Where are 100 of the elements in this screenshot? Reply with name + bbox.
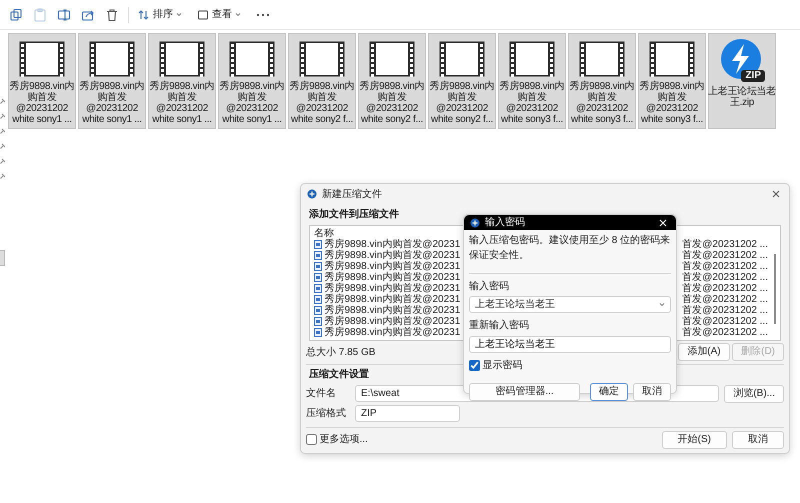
- video-thumbnail-icon: [299, 41, 345, 77]
- file-name: 秀房9898.vin内: [500, 81, 564, 92]
- video-thumbnail-icon: [439, 41, 485, 77]
- file-tile[interactable]: 秀房9898.vin内 购首发 @20231202 white sony1 ...: [8, 33, 76, 129]
- video-thumbnail-icon: [229, 41, 275, 77]
- file-name: 秀房9898.vin内: [150, 81, 214, 92]
- file-tile[interactable]: 秀房9898.vin内 购首发 @20231202 white sony2 f...: [358, 33, 426, 129]
- file-name: 秀房9898.vin内: [640, 81, 704, 92]
- file-name: 秀房9898.vin内购首发@20231: [324, 294, 460, 304]
- file-name: white sony1 ...: [82, 114, 142, 125]
- file-name: @20231202: [366, 103, 418, 114]
- sort-icon: [138, 8, 150, 20]
- file-tile[interactable]: 秀房9898.vin内 购首发 @20231202 white sony3 f...: [638, 33, 706, 129]
- file-tile[interactable]: 秀房9898.vin内 购首发 @20231202 white sony2 f...: [428, 33, 496, 129]
- file-name: white sony3 f...: [501, 114, 563, 125]
- share-icon: [81, 8, 95, 22]
- app-icon: [470, 218, 480, 228]
- video-thumbnail-icon: [579, 41, 625, 77]
- view-icon: [197, 8, 209, 20]
- file-name: 秀房9898.vin内: [360, 81, 424, 92]
- file-tile[interactable]: 秀房9898.vin内 购首发 @20231202 white sony3 f...: [498, 33, 566, 129]
- video-thumbnail-icon: [509, 41, 555, 77]
- file-name: white sony2 f...: [291, 114, 353, 125]
- field-label: 文件名: [306, 386, 337, 401]
- checkbox[interactable]: [306, 434, 317, 445]
- file-name: @20231202: [226, 103, 278, 114]
- copy-icon: [9, 8, 23, 22]
- file-name: 购首发: [27, 92, 57, 103]
- file-name: 秀房9898.vin内购首发@20231: [324, 304, 460, 316]
- file-name: 首发@20231202 ...: [682, 316, 768, 326]
- cancel-button[interactable]: 取消: [732, 430, 784, 448]
- caret-icon: [176, 12, 182, 17]
- rename-icon: [57, 8, 71, 22]
- browse-button[interactable]: 浏览(B)...: [724, 384, 784, 402]
- file-tile[interactable]: 秀房9898.vin内 购首发 @20231202 white sony1 ...: [78, 33, 146, 129]
- file-name: 上老王论坛当老: [708, 86, 776, 97]
- file-name: 秀房9898.vin内购首发@20231: [324, 238, 460, 250]
- file-name: 秀房9898.vin内: [430, 81, 494, 92]
- caret-icon: [235, 12, 241, 17]
- scrollbar: [774, 254, 776, 324]
- ok-button[interactable]: 确定: [590, 382, 628, 400]
- file-name: 秀房9898.vin内: [570, 81, 634, 92]
- video-thumbnail-icon: [159, 41, 205, 77]
- start-button[interactable]: 开始(S): [662, 430, 727, 448]
- file-name: @20231202: [646, 103, 698, 114]
- file-tile[interactable]: 秀房9898.vin内 购首发 @20231202 white sony1 ...: [218, 33, 286, 129]
- section-heading: 添加文件到压缩文件: [309, 208, 399, 222]
- file-name: @20231202: [506, 103, 558, 114]
- file-name: 首发@20231202 ...: [682, 250, 768, 260]
- file-name: 购首发: [307, 92, 337, 103]
- close-icon: [772, 190, 780, 198]
- section-heading: 压缩文件设置: [309, 368, 369, 382]
- file-name: white sony2 f...: [361, 114, 423, 125]
- view-button[interactable]: 查看: [192, 4, 246, 25]
- pin-icon: [0, 158, 5, 164]
- file-name: 首发@20231202 ...: [682, 326, 768, 338]
- file-name: 购首发: [167, 92, 197, 103]
- delete-icon: [105, 8, 119, 22]
- password-combobox[interactable]: 上老王论坛当老王: [469, 296, 671, 313]
- column-header: 名称: [314, 228, 335, 238]
- file-name: 秀房9898.vin内: [80, 81, 144, 92]
- file-name: @20231202: [16, 103, 68, 114]
- file-name: white sony1 ...: [152, 114, 212, 125]
- file-name: 首发@20231202 ...: [682, 282, 768, 294]
- file-name: 秀房9898.vin内购首发@20231: [324, 250, 460, 260]
- file-name: 秀房9898.vin内: [10, 81, 74, 92]
- app-icon: [307, 189, 317, 199]
- password-manager-button[interactable]: 密码管理器...: [469, 382, 580, 400]
- field-label: 压缩格式: [306, 406, 347, 421]
- file-name: 购首发: [587, 92, 617, 103]
- cancel-button[interactable]: 取消: [633, 382, 671, 400]
- close-icon: [659, 218, 667, 226]
- file-name: white sony3 f...: [641, 114, 703, 125]
- file-tile[interactable]: ZIP 上老王论坛当老 王.zip: [708, 33, 776, 129]
- file-tile[interactable]: 秀房9898.vin内 购首发 @20231202 white sony3 f...: [568, 33, 636, 129]
- format-select[interactable]: ZIP: [355, 405, 460, 422]
- file-tile[interactable]: 秀房9898.vin内 购首发 @20231202 white sony1 ...: [148, 33, 216, 129]
- file-name: 购首发: [97, 92, 127, 103]
- add-button[interactable]: 添加(A): [678, 343, 730, 361]
- file-name: 秀房9898.vin内购首发@20231: [324, 282, 460, 294]
- file-name: @20231202: [156, 103, 208, 114]
- file-name: white sony1 ...: [222, 114, 282, 125]
- file-name: 首发@20231202 ...: [682, 260, 768, 272]
- password-field[interactable]: 上老王论坛当老王: [469, 336, 671, 352]
- file-name: white sony2 f...: [431, 114, 493, 125]
- sort-button[interactable]: 排序: [133, 4, 187, 25]
- file-name: 首发@20231202 ...: [682, 272, 768, 282]
- hint-text: 输入压缩包密码。建议使用至少 8 位的密码来保证安全性。: [469, 234, 671, 262]
- file-name: 秀房9898.vin内: [290, 81, 354, 92]
- field-label: 输入密码: [469, 280, 510, 294]
- file-name: 秀房9898.vin内购首发@20231: [324, 260, 460, 272]
- file-name: 秀房9898.vin内购首发@20231: [324, 326, 460, 338]
- file-tile[interactable]: 秀房9898.vin内 购首发 @20231202 white sony2 f...: [288, 33, 356, 129]
- file-name: 购首发: [657, 92, 687, 103]
- pin-icon: [0, 113, 5, 119]
- checkbox[interactable]: [469, 360, 480, 370]
- file-name: white sony1 ...: [12, 114, 72, 125]
- file-name: 购首发: [237, 92, 267, 103]
- pin-icon: [0, 173, 5, 179]
- pin-icon: [0, 128, 5, 134]
